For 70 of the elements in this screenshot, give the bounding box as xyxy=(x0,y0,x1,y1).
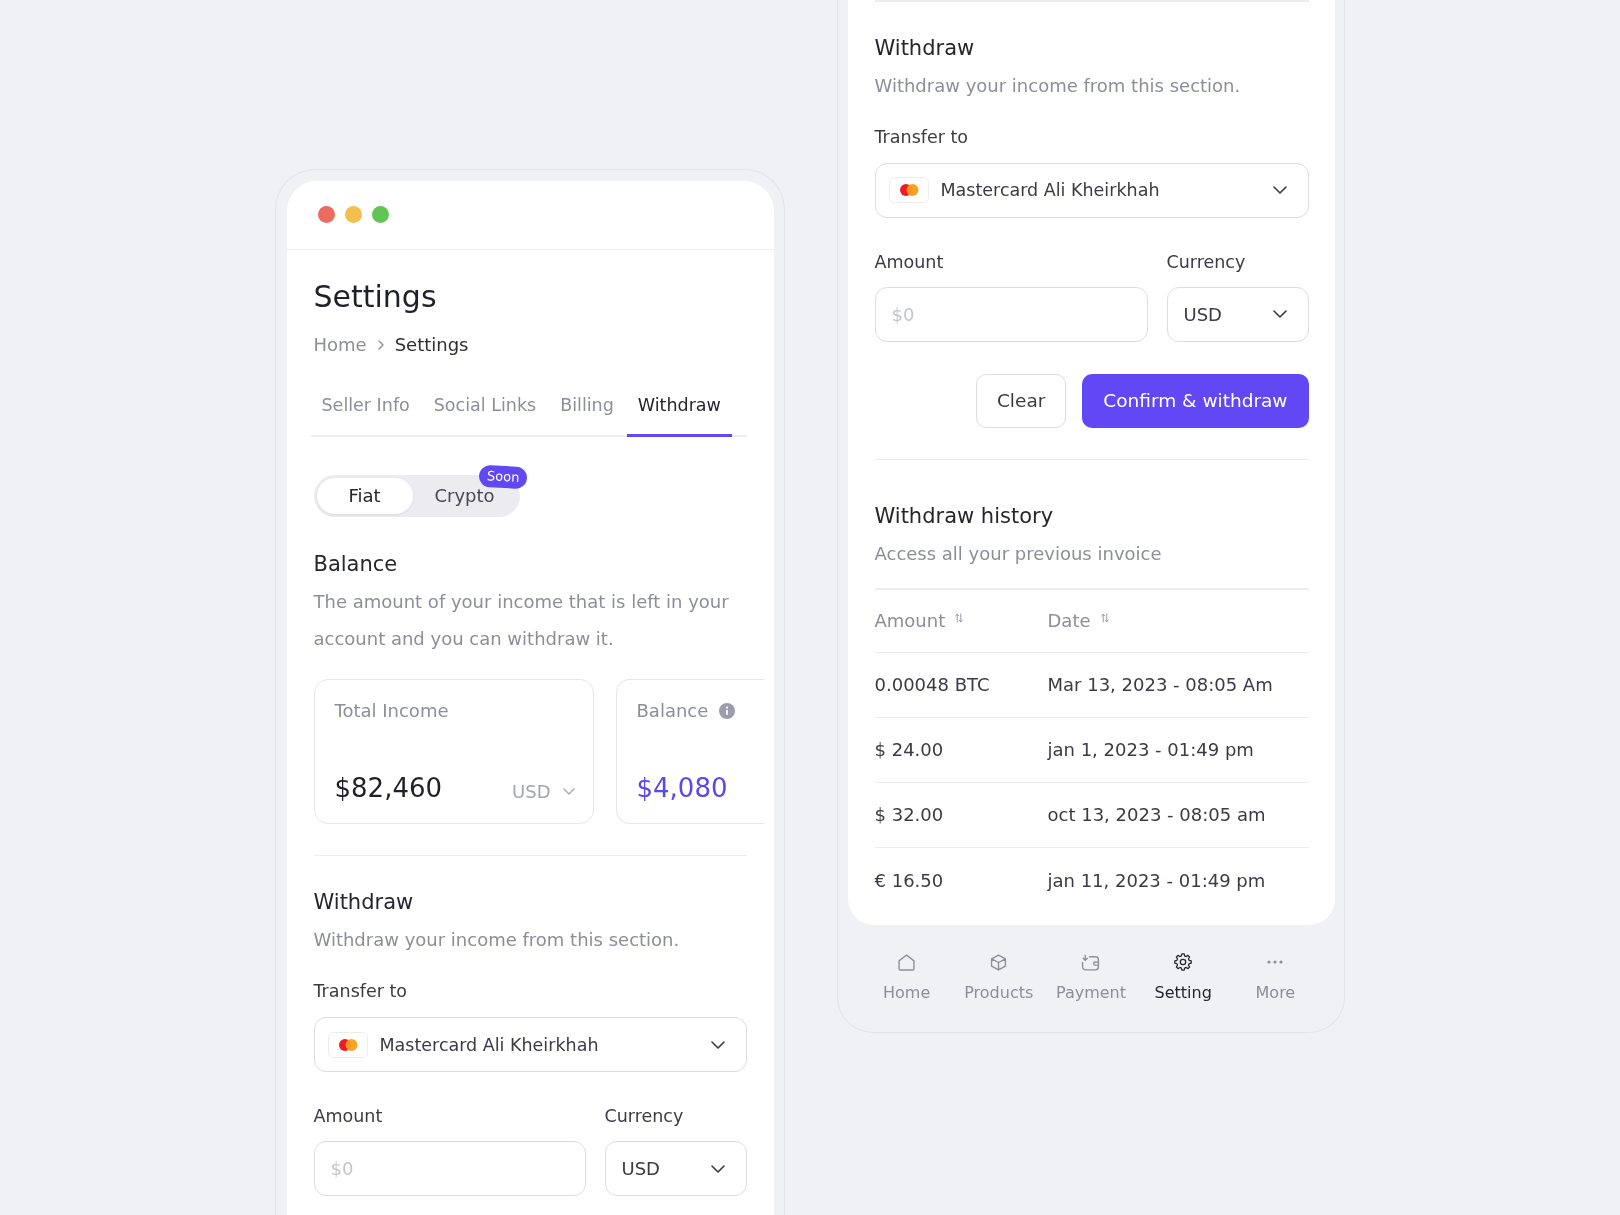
sort-icon xyxy=(1100,612,1109,623)
nav-item[interactable]: More xyxy=(1255,953,1296,1005)
tab[interactable]: Seller Info xyxy=(310,383,421,437)
chevron-down-icon xyxy=(1272,186,1287,194)
tab[interactable]: Withdraw xyxy=(626,383,732,437)
tab[interactable]: Billing xyxy=(549,383,625,437)
chevron-down-icon xyxy=(710,1040,725,1049)
card-select[interactable]: Mastercard Ali Kheirkhah xyxy=(874,162,1309,218)
nav-item[interactable]: Home xyxy=(882,953,931,1005)
sort-icon xyxy=(955,612,964,623)
balance-amount: $4,080 xyxy=(636,771,728,805)
settings-icon xyxy=(1174,953,1193,971)
nav-item[interactable]: Setting xyxy=(1154,953,1212,1005)
table-cell-text: oct 13, 2023 - 08:05 am xyxy=(1047,804,1267,825)
card-label: Total Income xyxy=(334,698,450,723)
tab[interactable]: Social Links xyxy=(422,383,548,437)
column-header[interactable]: Date xyxy=(1047,610,1109,631)
table-cell-text: $ 32.00 xyxy=(874,804,945,825)
window-control-icon[interactable] xyxy=(344,206,362,223)
section-heading: Withdraw xyxy=(874,34,976,62)
table-cell-text: Mar 13, 2023 - 08:05 Am xyxy=(1047,674,1274,695)
card-label: Balance xyxy=(636,698,709,723)
window-control-icon[interactable] xyxy=(371,206,389,223)
amount-input[interactable]: $0 xyxy=(313,1141,586,1196)
chevron-down-icon xyxy=(1272,310,1287,318)
toggle-option[interactable]: Fiat xyxy=(316,477,413,514)
field-label: Transfer to xyxy=(313,980,408,1003)
nav-item[interactable]: Products xyxy=(964,953,1034,1005)
field-label: Currency xyxy=(1166,250,1247,274)
table-cell-text: jan 11, 2023 - 01:49 pm xyxy=(1047,869,1267,891)
field-label: Transfer to xyxy=(874,125,969,149)
currency-select[interactable]: USD xyxy=(1166,286,1309,342)
section-description: Access all your previous invoice xyxy=(874,542,1163,566)
table-cell-text: € 16.50 xyxy=(874,869,945,891)
status-badge: Soon xyxy=(478,464,529,489)
currency-select[interactable]: USD xyxy=(604,1141,747,1196)
section-description: Withdraw your income from this section. xyxy=(313,928,681,952)
breadcrumb-current: Settings xyxy=(394,332,469,357)
table-cell-text: jan 1, 2023 - 01:49 pm xyxy=(1047,739,1255,760)
more-icon xyxy=(1267,960,1284,964)
field-label: Amount xyxy=(874,250,945,274)
section-heading: Withdraw history xyxy=(874,503,1055,530)
window-control-icon[interactable] xyxy=(317,206,335,223)
currency-dropdown[interactable]: USD xyxy=(512,773,575,802)
card-select[interactable]: Mastercard Ali Kheirkhah xyxy=(313,1017,747,1072)
info-icon xyxy=(719,702,736,719)
chevron-down-icon xyxy=(710,1164,725,1173)
breadcrumb-link[interactable]: Home xyxy=(313,332,367,357)
card-logo-icon xyxy=(327,1031,368,1058)
confirm-button[interactable]: Confirm & withdraw xyxy=(1082,373,1309,428)
field-label: Currency xyxy=(604,1105,685,1128)
section-description: The amount of your income that is left in your account and you can withdraw it. xyxy=(313,589,730,651)
clear-button[interactable]: Clear xyxy=(975,373,1067,428)
amount-input[interactable]: $0 xyxy=(874,286,1148,342)
income-amount: $82,460 xyxy=(334,771,443,805)
field-label: Amount xyxy=(313,1105,384,1128)
section-description: Withdraw your income from this section. xyxy=(874,73,1242,98)
page-title: Settings xyxy=(313,277,438,316)
card-logo-icon xyxy=(888,177,929,203)
table-cell-text: $ 24.00 xyxy=(874,739,945,760)
section-heading: Balance xyxy=(313,550,399,578)
wallet-icon xyxy=(1081,953,1101,971)
chevron-down-icon xyxy=(562,788,575,795)
column-header[interactable]: Amount xyxy=(874,610,964,631)
box-icon xyxy=(990,953,1008,971)
home-icon xyxy=(898,953,916,971)
nav-item[interactable]: Payment xyxy=(1055,953,1126,1005)
table-cell-text: 0.00048 BTC xyxy=(874,674,991,695)
section-heading: Withdraw xyxy=(313,889,415,916)
chevron-right-icon xyxy=(377,339,384,350)
